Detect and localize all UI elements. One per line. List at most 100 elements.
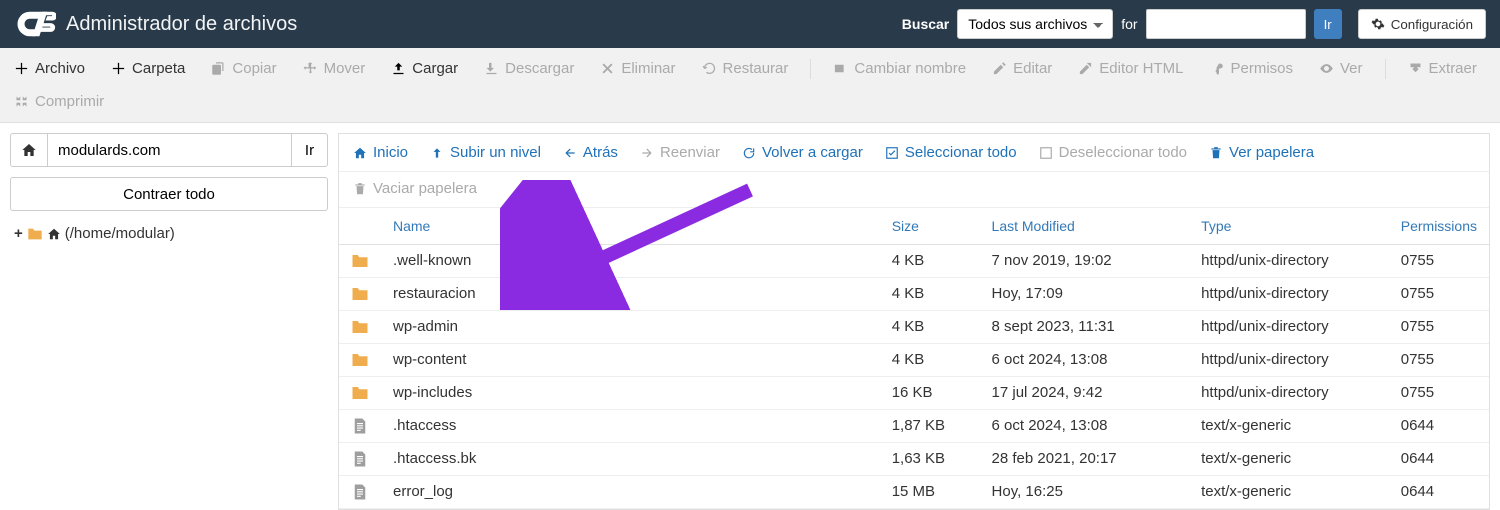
restore-button[interactable]: Restaurar [698, 54, 793, 83]
move-icon [303, 61, 318, 76]
action-forward[interactable]: Reenviar [640, 144, 720, 161]
copy-button[interactable]: Copiar [207, 54, 280, 83]
row-icon-cell [339, 244, 381, 277]
extract-icon [1408, 61, 1423, 76]
col-modified[interactable]: Last Modified [980, 208, 1190, 245]
action-deselect-all[interactable]: Deseleccionar todo [1039, 144, 1187, 161]
row-icon-cell [339, 310, 381, 343]
edit-button[interactable]: Editar [988, 54, 1056, 83]
file-button[interactable]: Archivo [10, 54, 89, 83]
row-size: 16 KB [880, 376, 980, 409]
expand-icon[interactable]: + [14, 225, 23, 242]
action-home[interactable]: Inicio [353, 144, 408, 161]
view-button[interactable]: Ver [1315, 54, 1367, 83]
row-icon-cell [339, 409, 381, 442]
folder-button[interactable]: Carpeta [107, 54, 189, 83]
row-size: 4 KB [880, 244, 980, 277]
search-input[interactable] [1146, 9, 1306, 39]
rename-button[interactable]: Cambiar nombre [829, 54, 970, 83]
delete-button[interactable]: Eliminar [596, 54, 679, 83]
row-modified: 6 oct 2024, 13:08 [980, 343, 1190, 376]
col-permissions[interactable]: Permissions [1389, 208, 1489, 245]
brand-title: Administrador de archivos [66, 13, 297, 36]
row-permissions: 0755 [1389, 376, 1489, 409]
row-name: wp-content [381, 343, 880, 376]
arrow-right-icon [640, 146, 654, 160]
row-permissions: 0644 [1389, 409, 1489, 442]
table-row[interactable]: restauracion4 KBHoy, 17:09httpd/unix-dir… [339, 277, 1489, 310]
main: Ir Contraer todo + (/home/modular) Inici… [0, 123, 1500, 510]
row-name: .htaccess [381, 409, 880, 442]
row-permissions: 0644 [1389, 475, 1489, 508]
settings-label: Configuración [1391, 17, 1473, 32]
tree-root[interactable]: + (/home/modular) [14, 225, 328, 242]
download-button[interactable]: Descargar [480, 54, 578, 83]
row-type: httpd/unix-directory [1189, 376, 1389, 409]
row-modified: 8 sept 2023, 11:31 [980, 310, 1190, 343]
search-group: Buscar Todos sus archivos for Ir Configu… [902, 9, 1486, 39]
table-row[interactable]: .well-known4 KB7 nov 2019, 19:02httpd/un… [339, 244, 1489, 277]
copy-icon [211, 61, 226, 76]
table-row[interactable]: wp-includes16 KB17 jul 2024, 9:42httpd/u… [339, 376, 1489, 409]
extract-button[interactable]: Extraer [1404, 54, 1481, 83]
search-scope-select[interactable]: Todos sus archivos [957, 9, 1113, 39]
gear-icon [1371, 17, 1385, 31]
row-type: text/x-generic [1189, 409, 1389, 442]
action-reload[interactable]: Volver a cargar [742, 144, 863, 161]
col-size[interactable]: Size [880, 208, 980, 245]
action-up[interactable]: Subir un nivel [430, 144, 541, 161]
file-table: Name Size Last Modified Type Permissions… [339, 208, 1489, 509]
row-icon-cell [339, 475, 381, 508]
table-row[interactable]: wp-content4 KB6 oct 2024, 13:08httpd/uni… [339, 343, 1489, 376]
move-button[interactable]: Mover [299, 54, 370, 83]
row-icon-cell [339, 376, 381, 409]
permissions-button[interactable]: Permisos [1205, 54, 1297, 83]
table-row[interactable]: wp-admin4 KB8 sept 2023, 11:31httpd/unix… [339, 310, 1489, 343]
trash-icon [353, 182, 367, 196]
row-modified: 6 oct 2024, 13:08 [980, 409, 1190, 442]
collapse-all-button[interactable]: Contraer todo [10, 177, 328, 211]
settings-button[interactable]: Configuración [1358, 9, 1486, 39]
row-size: 1,87 KB [880, 409, 980, 442]
topbar: Administrador de archivos Buscar Todos s… [0, 0, 1500, 48]
row-permissions: 0755 [1389, 343, 1489, 376]
row-permissions: 0755 [1389, 310, 1489, 343]
row-name: error_log [381, 475, 880, 508]
table-row[interactable]: .htaccess.bk1,63 KB28 feb 2021, 20:17tex… [339, 442, 1489, 475]
table-row[interactable]: error_log15 MBHoy, 16:25text/x-generic06… [339, 475, 1489, 508]
row-permissions: 0644 [1389, 442, 1489, 475]
row-modified: 28 feb 2021, 20:17 [980, 442, 1190, 475]
row-icon-cell [339, 343, 381, 376]
action-select-all[interactable]: Seleccionar todo [885, 144, 1017, 161]
row-type: httpd/unix-directory [1189, 277, 1389, 310]
reload-icon [742, 146, 756, 160]
html-editor-button[interactable]: Editor HTML [1074, 54, 1187, 83]
path-row: Ir [10, 133, 328, 167]
path-input[interactable] [48, 133, 292, 167]
plus-icon [14, 61, 29, 76]
path-go-button[interactable]: Ir [292, 133, 328, 167]
action-back[interactable]: Atrás [563, 144, 618, 161]
col-type[interactable]: Type [1189, 208, 1389, 245]
row-icon-cell [339, 442, 381, 475]
action-view-trash[interactable]: Ver papelera [1209, 144, 1314, 161]
home-button[interactable] [10, 133, 48, 167]
compress-button[interactable]: Comprimir [10, 87, 108, 116]
row-type: httpd/unix-directory [1189, 310, 1389, 343]
col-icon [339, 208, 381, 245]
rename-icon [833, 61, 848, 76]
search-for-label: for [1121, 16, 1137, 32]
plus-icon [111, 61, 126, 76]
action-empty-trash[interactable]: Vaciar papelera [353, 180, 477, 197]
row-modified: 7 nov 2019, 19:02 [980, 244, 1190, 277]
table-row[interactable]: .htaccess1,87 KB6 oct 2024, 13:08text/x-… [339, 409, 1489, 442]
file-table-wrap: Name Size Last Modified Type Permissions… [339, 208, 1489, 509]
row-name: .well-known [381, 244, 880, 277]
search-go-button[interactable]: Ir [1314, 9, 1342, 39]
row-type: httpd/unix-directory [1189, 343, 1389, 376]
x-icon [600, 61, 615, 76]
col-name[interactable]: Name [381, 208, 880, 245]
compress-icon [14, 94, 29, 109]
upload-button[interactable]: Cargar [387, 54, 462, 83]
row-name: restauracion [381, 277, 880, 310]
